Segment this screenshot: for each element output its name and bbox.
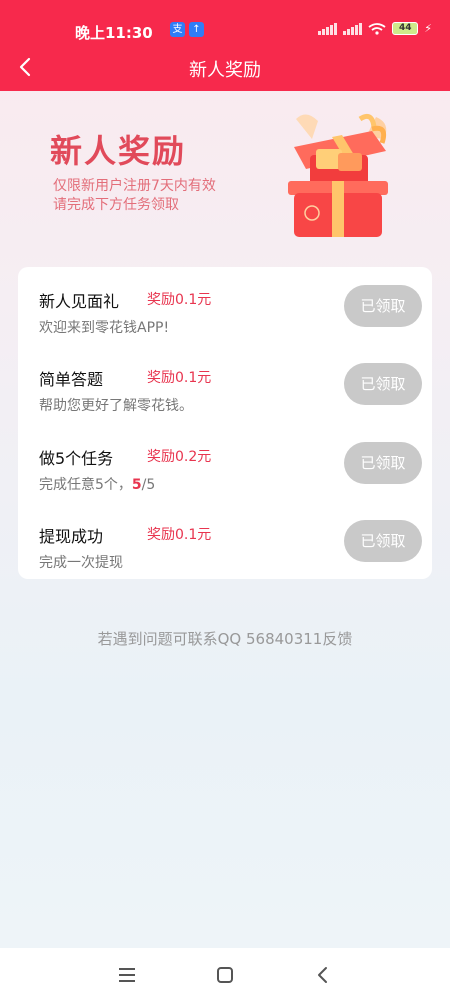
banner-subtitle: 仅限新用户注册7天内有效 请完成下方任务领取 xyxy=(53,177,216,215)
status-bar: 晚上11:30 支 ↑ 44 ⚡ xyxy=(0,0,450,42)
banner-subtitle-line1: 仅限新用户注册7天内有效 xyxy=(53,178,216,194)
banner-title: 新人奖励 xyxy=(50,132,187,170)
nav-bar: 新人奖励 xyxy=(0,44,450,90)
task-row: 简单答题 奖励0.1元 帮助您更好了解零花钱。 已领取 xyxy=(18,345,432,423)
claimed-button[interactable]: 已领取 xyxy=(344,363,422,405)
back-triangle-icon xyxy=(318,967,327,983)
task-row: 提现成功 奖励0.1元 完成一次提现 已领取 xyxy=(18,502,432,580)
task-reward: 奖励0.1元 xyxy=(147,527,212,543)
status-time: 晚上11:30 xyxy=(75,24,153,42)
task-description: 帮助您更好了解零花钱。 xyxy=(39,398,193,414)
task-description: 欢迎来到零花钱APP! xyxy=(39,320,170,336)
system-nav-bar xyxy=(0,948,450,1000)
task-name: 新人见面礼 xyxy=(39,292,120,311)
task-progress-total: /5 xyxy=(141,477,156,493)
task-name: 做5个任务 xyxy=(39,449,114,468)
menu-icon xyxy=(119,968,135,982)
signal-icon xyxy=(318,22,338,35)
menu-button[interactable] xyxy=(115,963,139,987)
page-title: 新人奖励 xyxy=(189,60,261,81)
home-square-icon xyxy=(217,967,233,983)
task-reward: 奖励0.1元 xyxy=(147,370,212,386)
signal-hd-icon xyxy=(343,22,363,35)
home-button[interactable] xyxy=(213,963,237,987)
app-notification-icon: 支 xyxy=(170,22,185,37)
task-name: 提现成功 xyxy=(39,527,104,546)
claimed-button[interactable]: 已领取 xyxy=(344,520,422,562)
contact-note: 若遇到问题可联系QQ 56840311反馈 xyxy=(97,630,353,648)
task-name: 简单答题 xyxy=(39,370,104,389)
charging-icon: ⚡ xyxy=(424,22,432,35)
task-description: 完成一次提现 xyxy=(39,555,123,571)
task-card: 新人见面礼 奖励0.1元 欢迎来到零花钱APP! 已领取 简单答题 奖励0.1元… xyxy=(18,267,432,579)
banner-subtitle-line2: 请完成下方任务领取 xyxy=(53,197,179,213)
task-reward: 奖励0.1元 xyxy=(147,292,212,308)
claimed-button[interactable]: 已领取 xyxy=(344,285,422,327)
banner: 新人奖励 仅限新用户注册7天内有效 请完成下方任务领取 xyxy=(0,91,450,251)
task-progress: 5 xyxy=(131,477,142,493)
wifi-icon xyxy=(368,22,386,35)
gift-box-icon xyxy=(276,109,400,239)
task-reward: 奖励0.2元 xyxy=(147,449,212,465)
task-row: 新人见面礼 奖励0.1元 欢迎来到零花钱APP! 已领取 xyxy=(18,267,432,345)
claimed-button[interactable]: 已领取 xyxy=(344,442,422,484)
task-description-prefix: 完成任意5个， xyxy=(39,477,132,493)
status-indicators: 44 ⚡ xyxy=(318,22,432,35)
system-back-button[interactable] xyxy=(310,963,334,987)
upload-notification-icon: ↑ xyxy=(189,22,204,37)
top-bar: 晚上11:30 支 ↑ 44 ⚡ 新人奖励 xyxy=(0,0,450,91)
task-row: 做5个任务 奖励0.2元 完成任意5个，5/5 已领取 xyxy=(18,424,432,502)
task-description: 完成任意5个，5/5 xyxy=(39,474,155,494)
battery-icon: 44 xyxy=(392,22,419,35)
